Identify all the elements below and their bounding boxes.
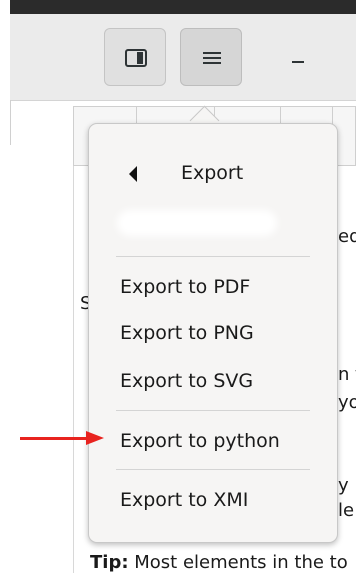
window-top-strip — [10, 0, 356, 14]
export-xmi-item[interactable]: Export to XMI — [89, 481, 337, 521]
export-pdf-item[interactable]: Export to PDF — [89, 268, 337, 308]
back-to-export-button[interactable]: Export — [89, 152, 337, 196]
annotation-arrow-line — [20, 437, 90, 440]
annotation-arrow-icon — [86, 431, 104, 445]
redacted-menu-item — [117, 210, 277, 236]
menu-divider — [116, 256, 310, 257]
hamburger-menu-icon — [203, 50, 221, 66]
menu-divider — [116, 469, 310, 470]
minimize-icon[interactable] — [292, 61, 304, 63]
main-menu-button[interactable] — [180, 28, 242, 86]
menu-item-label: Export to python — [120, 430, 280, 452]
menu-item-label: Export to PNG — [120, 322, 254, 344]
header-bar — [10, 14, 356, 101]
background-text: ed — [338, 226, 356, 247]
menu-item-label: Export to XMI — [120, 489, 249, 511]
background-text: n t — [338, 364, 356, 385]
divider — [10, 100, 11, 145]
menu-item-label: Export to SVG — [120, 370, 254, 392]
submenu-title: Export — [181, 162, 244, 184]
export-python-item[interactable]: Export to python — [89, 422, 337, 462]
export-svg-item[interactable]: Export to SVG — [89, 362, 337, 402]
tip-text: Tip: Most elements in the to — [90, 552, 348, 573]
export-png-item[interactable]: Export to PNG — [89, 314, 337, 354]
back-arrow-icon — [129, 166, 137, 182]
background-text: y — [338, 475, 349, 496]
sidebar-icon — [125, 49, 147, 67]
sidebar-toggle-button[interactable] — [104, 28, 166, 86]
export-popover: Export Export to PDF Export to PNG Expor… — [88, 123, 338, 543]
menu-item-label: Export to PDF — [120, 276, 251, 298]
background-text: le — [338, 500, 355, 521]
background-text: yo — [338, 392, 356, 413]
menu-divider — [116, 410, 310, 411]
